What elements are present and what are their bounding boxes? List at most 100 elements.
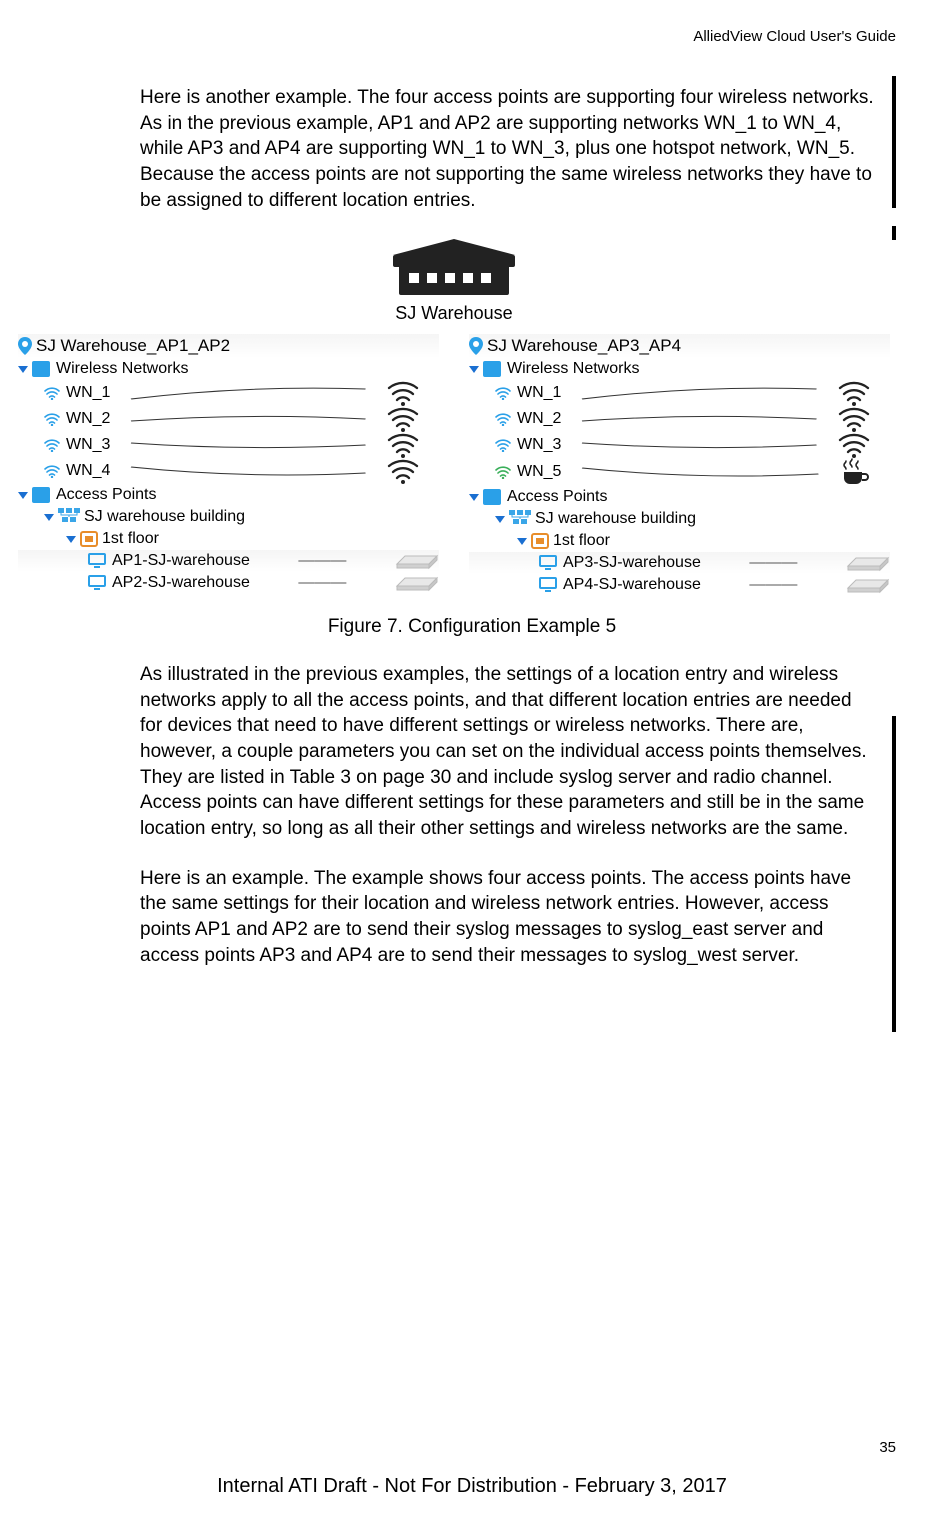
paragraph-1: Here is another example. The four access…: [140, 85, 876, 213]
building-row: SJ warehouse building: [18, 506, 439, 528]
monitor-icon: [539, 555, 557, 571]
network-name: WN_5: [517, 463, 561, 481]
monitor-icon: [88, 575, 106, 591]
connector-line: [118, 383, 379, 403]
wireless-networks-label: Wireless Networks: [56, 360, 188, 378]
network-name: WN_3: [517, 436, 561, 454]
expand-icon: [66, 536, 76, 543]
switch-icon: [846, 554, 890, 572]
floor-row: 1st floor: [18, 528, 439, 550]
connector-line: ———: [749, 554, 797, 572]
folder-icon: [483, 361, 501, 377]
wifi-small-icon: [44, 386, 60, 400]
connector-line: [118, 461, 379, 481]
connector-line: [118, 435, 379, 455]
wireless-header: Wireless Networks: [469, 358, 890, 380]
network-row: WN_4: [18, 458, 439, 484]
ap-name: AP1-SJ-warehouse: [112, 552, 250, 570]
floor-label: 1st floor: [553, 532, 610, 550]
network-row: WN_2: [18, 406, 439, 432]
network-row: WN_3: [469, 432, 890, 458]
wireless-networks-label: Wireless Networks: [507, 360, 639, 378]
network-row: WN_1: [469, 380, 890, 406]
connector-line: [569, 435, 830, 455]
network-name: WN_1: [517, 384, 561, 402]
ap-row: AP3-SJ-warehouse ———: [469, 552, 890, 574]
ap-row: AP1-SJ-warehouse ———: [18, 550, 439, 572]
folder-icon: [32, 361, 50, 377]
expand-icon: [18, 366, 28, 373]
ap-name: AP3-SJ-warehouse: [563, 554, 701, 572]
page-number: 35: [879, 1439, 896, 1456]
wifi-icon: [838, 432, 870, 458]
floor-label: 1st floor: [102, 530, 159, 548]
connector-line: [569, 383, 830, 403]
wifi-icon: [387, 432, 419, 458]
paragraph-2: As illustrated in the previous examples,…: [140, 662, 876, 841]
wifi-icon: [838, 380, 870, 406]
wifi-icon: [387, 380, 419, 406]
network-row: WN_2: [469, 406, 890, 432]
network-row: WN_3: [18, 432, 439, 458]
expand-icon: [469, 494, 479, 501]
building-row: SJ warehouse building: [469, 508, 890, 530]
network-name: WN_2: [66, 410, 110, 428]
floor-icon: [80, 531, 98, 547]
location-label: SJ Warehouse_AP3_AP4: [487, 336, 681, 356]
network-name: WN_2: [517, 410, 561, 428]
location-row: SJ Warehouse_AP3_AP4: [469, 334, 890, 358]
wifi-small-icon: [495, 465, 511, 479]
wifi-icon: [838, 406, 870, 432]
figure-diagram: SJ Warehouse SJ Warehouse_AP1_AP2 Wirele…: [18, 237, 890, 596]
ap-name: AP4-SJ-warehouse: [563, 576, 701, 594]
network-row: WN_1: [18, 380, 439, 406]
floor-row: 1st floor: [469, 530, 890, 552]
org-icon: [509, 510, 531, 528]
wifi-small-icon: [44, 438, 60, 452]
wireless-header: Wireless Networks: [18, 358, 439, 380]
building-label: SJ warehouse building: [84, 508, 245, 526]
footer-note: Internal ATI Draft - Not For Distributio…: [0, 1475, 944, 1498]
expand-icon: [495, 516, 505, 523]
tree-right: SJ Warehouse_AP3_AP4 Wireless Networks W…: [469, 334, 890, 596]
access-points-label: Access Points: [507, 488, 607, 506]
wifi-small-icon: [495, 438, 511, 452]
change-bar: [892, 716, 896, 1032]
monitor-icon: [88, 553, 106, 569]
network-row: WN_5: [469, 458, 890, 486]
location-label: SJ Warehouse_AP1_AP2: [36, 336, 230, 356]
pin-icon: [18, 337, 32, 355]
network-name: WN_1: [66, 384, 110, 402]
ap-header: Access Points: [469, 486, 890, 508]
expand-icon: [18, 492, 28, 499]
connector-line: [569, 409, 830, 429]
wifi-icon: [387, 406, 419, 432]
connector-line: ———: [298, 574, 346, 592]
switch-icon: [846, 576, 890, 594]
connector-line: [118, 409, 379, 429]
expand-icon: [517, 538, 527, 545]
ap-row: AP4-SJ-warehouse ———: [469, 574, 890, 596]
location-row: SJ Warehouse_AP1_AP2: [18, 334, 439, 358]
ap-row: AP2-SJ-warehouse ———: [18, 572, 439, 594]
switch-icon: [395, 552, 439, 570]
network-name: WN_3: [66, 436, 110, 454]
org-icon: [58, 508, 80, 526]
folder-icon: [483, 489, 501, 505]
building-graphic: SJ Warehouse: [389, 237, 519, 324]
page-header: AlliedView Cloud User's Guide: [48, 28, 896, 45]
pin-icon: [469, 337, 483, 355]
hotspot-coffee-icon: [840, 458, 870, 486]
tree-left: SJ Warehouse_AP1_AP2 Wireless Networks W…: [18, 334, 439, 596]
wifi-small-icon: [495, 386, 511, 400]
expand-icon: [469, 366, 479, 373]
building-label: SJ Warehouse: [389, 303, 519, 324]
connector-line: [569, 462, 832, 482]
wifi-icon: [387, 458, 419, 484]
connector-line: ———: [749, 576, 797, 594]
wifi-small-icon: [44, 464, 60, 478]
change-bar: [892, 226, 896, 240]
expand-icon: [44, 514, 54, 521]
ap-header: Access Points: [18, 484, 439, 506]
wifi-small-icon: [44, 412, 60, 426]
